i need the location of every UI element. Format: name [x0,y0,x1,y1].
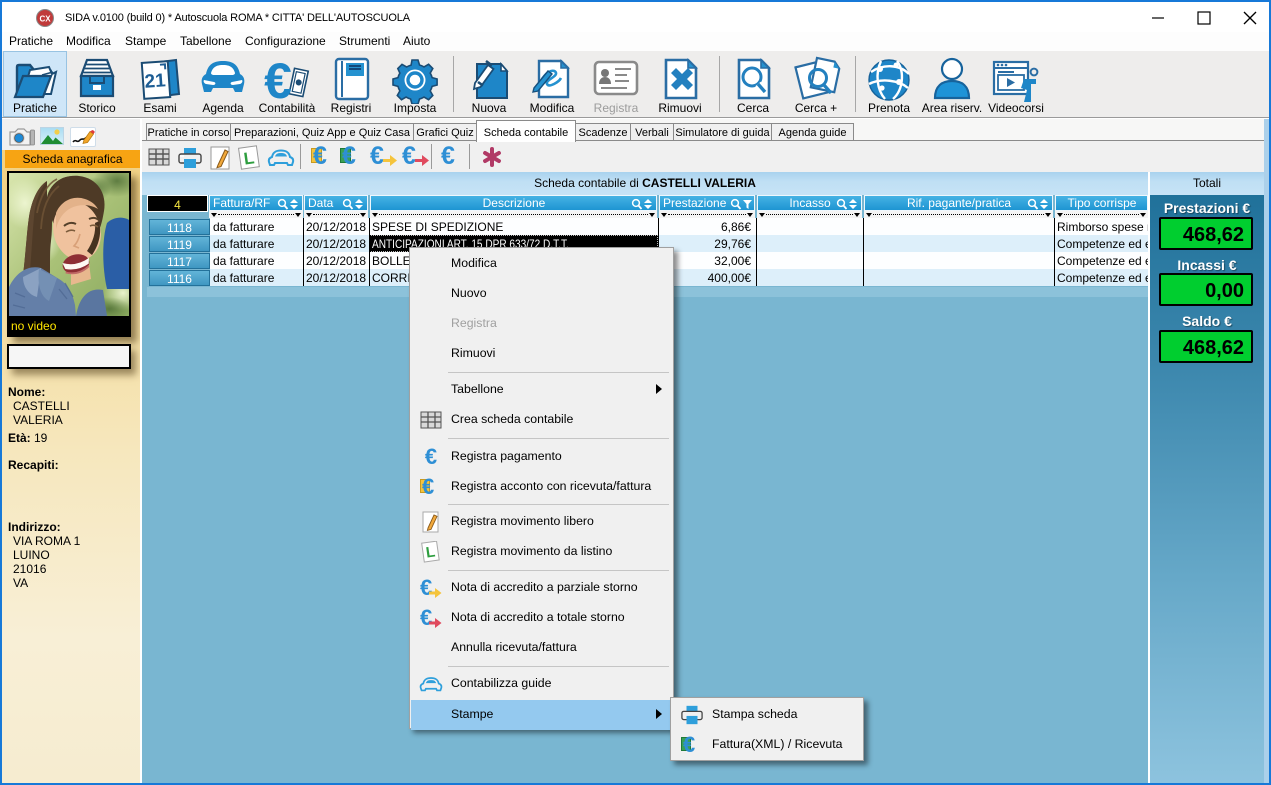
svg-text:CX: CX [39,15,51,24]
svg-text:€: € [264,56,292,102]
svg-text:21: 21 [144,70,167,92]
